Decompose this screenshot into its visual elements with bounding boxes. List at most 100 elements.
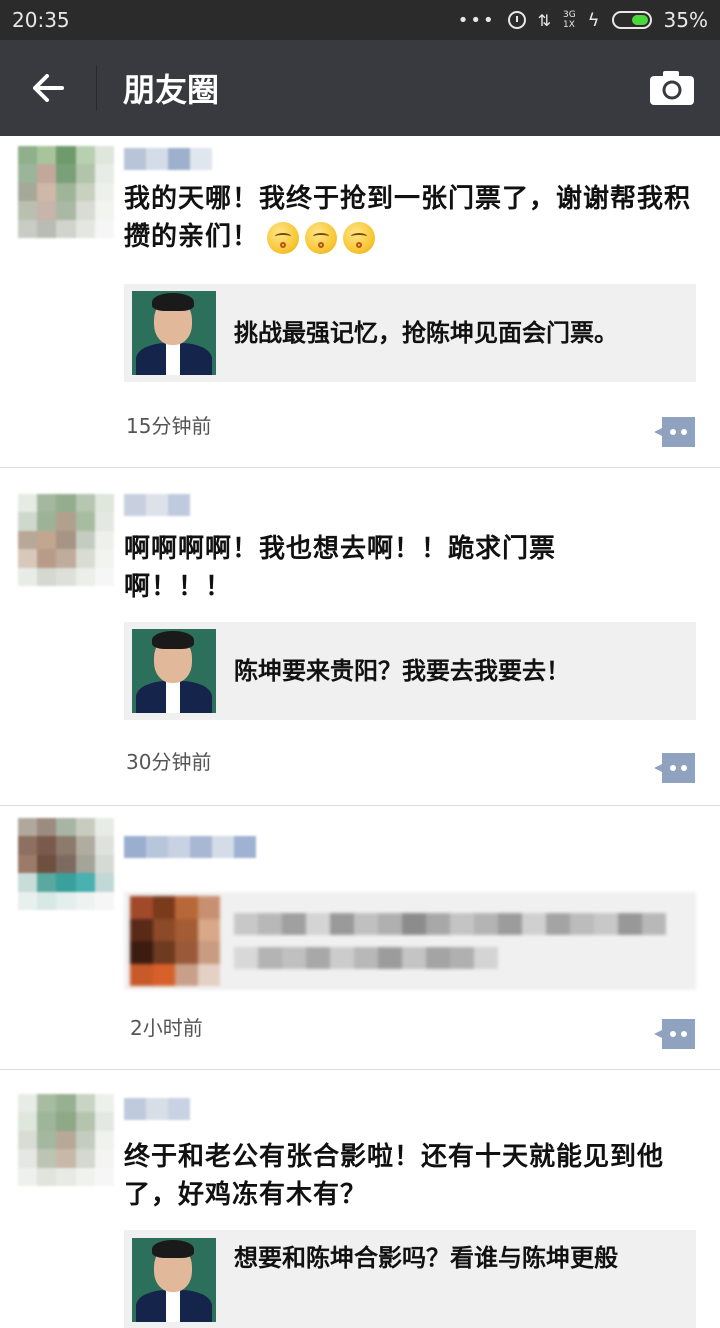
mosaic-block [94, 494, 114, 513]
post-text-content: 我的天哪！我终于抢到一张门票了，谢谢帮我积攒的亲们！ [124, 184, 692, 252]
comment-button[interactable] [652, 1018, 696, 1050]
mosaic-block [94, 201, 114, 220]
camera-button[interactable] [624, 40, 720, 136]
mosaic-block [546, 913, 570, 935]
mosaic-block [94, 1094, 114, 1113]
post-text-content: 终于和老公有张合影啦！还有十天就能见到他了，好鸡冻有木有？ [124, 1142, 665, 1210]
mosaic-block [37, 891, 57, 910]
nickname-blurred[interactable] [124, 1098, 190, 1120]
mosaic-block [37, 530, 57, 550]
mosaic-block [124, 148, 146, 170]
mosaic-block [190, 836, 212, 858]
post-text-content: 啊啊啊啊！我也想去啊！！跪求门票啊！！！ [124, 534, 557, 602]
mosaic-block [175, 896, 198, 919]
mosaic-block [56, 818, 76, 837]
mosaic-block [175, 918, 198, 941]
kiss-emoji-icon [305, 221, 338, 254]
mosaic-block [75, 164, 95, 183]
network-type-bottom: 1X [562, 20, 575, 30]
mosaic-block [37, 873, 57, 892]
mosaic-block [94, 146, 114, 165]
nickname-blurred[interactable] [124, 836, 256, 858]
nickname-blurred[interactable] [124, 494, 190, 516]
mosaic-block [234, 913, 258, 935]
mosaic-block [37, 549, 57, 568]
avatar[interactable] [18, 494, 114, 586]
mosaic-block [94, 836, 114, 855]
post-text: 终于和老公有张合影啦！还有十天就能见到他了，好鸡冻有木有？ [124, 1138, 704, 1214]
mosaic-block [146, 1098, 168, 1120]
mosaic-block [168, 148, 190, 170]
nickname-blurred[interactable] [124, 148, 212, 170]
comment-button[interactable] [652, 416, 696, 448]
mosaic-block [130, 963, 153, 986]
battery-percent: 35% [663, 8, 708, 32]
mosaic-block [124, 1098, 146, 1120]
shared-link-card[interactable]: 想要和陈坤合影吗？看谁与陈坤更般 [124, 1230, 696, 1328]
mosaic-block [258, 947, 282, 969]
mosaic-block [450, 947, 474, 969]
shared-link-card-blurred[interactable] [124, 892, 696, 990]
mosaic-block [152, 963, 175, 986]
mosaic-block [94, 1112, 114, 1131]
mosaic-block [18, 1149, 38, 1168]
mosaic-block [94, 1149, 114, 1168]
header-divider [96, 65, 97, 111]
moment-post: 啊啊啊啊！我也想去啊！！跪求门票啊！！！ 陈坤要来贵阳？我要去我要去！ 30分钟… [0, 468, 720, 806]
mosaic-block [18, 494, 38, 513]
avatar[interactable] [18, 818, 114, 910]
mosaic-block [94, 1130, 114, 1150]
mosaic-block [37, 1094, 57, 1113]
mosaic-block [56, 854, 76, 874]
mosaic-block [75, 182, 95, 202]
status-time: 20:35 [12, 8, 70, 32]
link-thumbnail [132, 1238, 216, 1322]
comment-button[interactable] [652, 752, 696, 784]
mosaic-block [37, 1167, 57, 1186]
status-bar: 20:35 ••• ⇅ 3G 1X ϟ 35% [0, 0, 720, 40]
link-thumbnail [130, 896, 220, 986]
post-timestamp: 15分钟前 [126, 414, 212, 438]
mosaic-block [234, 947, 258, 969]
mosaic-block [75, 219, 95, 238]
thumb-hair [152, 1240, 194, 1258]
mosaic-block [56, 1149, 76, 1168]
mosaic-block [37, 219, 57, 238]
post-text: 啊啊啊啊！我也想去啊！！跪求门票啊！！！ [124, 530, 624, 606]
mosaic-block [152, 918, 175, 941]
mosaic-block [94, 1167, 114, 1186]
mosaic-block [212, 836, 234, 858]
mosaic-block [234, 836, 256, 858]
mosaic-block [378, 913, 402, 935]
mosaic-block [37, 182, 57, 202]
mosaic-block [642, 913, 666, 935]
kiss-emoji-icon [343, 221, 376, 254]
mosaic-block [75, 512, 95, 531]
data-transfer-icon: ⇅ [537, 10, 551, 30]
mosaic-block [37, 836, 57, 855]
mosaic-block [402, 947, 426, 969]
avatar[interactable] [18, 146, 114, 238]
battery-icon [611, 11, 652, 29]
mosaic-block [75, 818, 95, 837]
post-text: 我的天哪！我终于抢到一张门票了，谢谢帮我积攒的亲们！ [124, 180, 704, 256]
mosaic-block [94, 549, 114, 568]
network-type-top: 3G [562, 10, 576, 20]
avatar[interactable] [18, 1094, 114, 1186]
signal-icon: 3G 1X [563, 10, 576, 30]
shared-link-card[interactable]: 陈坤要来贵阳？我要去我要去！ [124, 622, 696, 720]
mosaic-block [37, 201, 57, 220]
moment-post: 终于和老公有张合影啦！还有十天就能见到他了，好鸡冻有木有？ 想要和陈坤合影吗？看… [0, 1070, 720, 1328]
mosaic-block [378, 947, 402, 969]
shared-link-card[interactable]: 挑战最强记忆，抢陈坤见面会门票。 [124, 284, 696, 382]
mosaic-block [75, 201, 95, 220]
mosaic-block [18, 836, 38, 855]
mosaic-block [56, 530, 76, 550]
mosaic-block [37, 494, 57, 513]
mosaic-block [175, 941, 198, 964]
mosaic-block [37, 164, 57, 183]
mosaic-block [18, 1167, 38, 1186]
mosaic-block [18, 182, 38, 202]
mosaic-block [75, 854, 95, 874]
back-button[interactable] [0, 40, 96, 136]
